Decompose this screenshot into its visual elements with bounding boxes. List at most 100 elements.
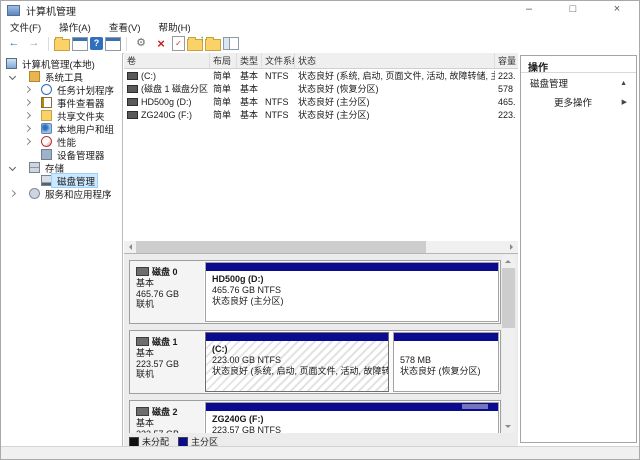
collapse-icon[interactable]: ▲	[620, 80, 627, 87]
app-icon	[7, 5, 20, 16]
export-icon[interactable]	[54, 39, 70, 51]
folder-edit-icon[interactable]	[205, 39, 221, 51]
partition-c[interactable]: (C:) 223.00 GB NTFS 状态良好 (系统, 启动, 页面文件, …	[205, 332, 389, 392]
column-header-volume[interactable]: 卷	[124, 53, 210, 68]
delete-icon[interactable]: ×	[152, 36, 170, 52]
volume-icon	[127, 98, 138, 106]
partition-status: 状态良好 (主分区)	[206, 296, 498, 307]
partition-label: ZG240G (F:)	[206, 411, 498, 425]
column-header-status[interactable]: 状态	[295, 53, 495, 68]
disk-2-header[interactable]: 磁盘 2 基本 223.57 GB	[130, 401, 204, 433]
actions-group-label: 磁盘管理	[530, 76, 568, 90]
tree-item-performance[interactable]: 性能	[1, 135, 122, 148]
actions-group-disk-management[interactable]: 磁盘管理 ▲	[521, 73, 636, 93]
partition-info: 223.00 GB NTFS	[206, 355, 388, 366]
minimize-button[interactable]: –	[507, 1, 551, 19]
volume-type: 基本	[237, 108, 262, 121]
menu-view[interactable]: 查看(V)	[100, 20, 150, 34]
column-header-capacity[interactable]: 容量	[495, 53, 518, 68]
scroll-right-arrow[interactable]	[506, 241, 518, 253]
expand-chevron[interactable]	[23, 138, 30, 145]
disk-size: 465.76 GB	[136, 289, 204, 300]
disk-drive-icon	[136, 267, 149, 276]
tree-item-label: 任务计划程序	[57, 83, 114, 97]
expand-chevron[interactable]	[23, 125, 30, 132]
scroll-down-arrow[interactable]	[502, 421, 514, 433]
expand-chevron[interactable]	[23, 99, 30, 106]
help-icon[interactable]: ?	[90, 37, 103, 50]
volume-row-c[interactable]: (C:) 简单 基本 NTFS 状态良好 (系统, 启动, 页面文件, 活动, …	[124, 69, 518, 82]
panel-icon[interactable]	[223, 37, 239, 50]
maximize-button[interactable]: □	[551, 1, 595, 19]
expand-chevron[interactable]	[8, 190, 15, 197]
users-icon	[41, 123, 52, 134]
folder-up-icon[interactable]: ↑	[187, 39, 203, 51]
volume-row-f[interactable]: ZG240G (F:) 简单 基本 NTFS 状态良好 (主分区) 223.	[124, 108, 518, 121]
volume-row-recovery[interactable]: (磁盘 1 磁盘分区 2) 简单 基本 状态良好 (恢复分区) 578	[124, 82, 518, 95]
vertical-scrollbar[interactable]	[502, 255, 515, 433]
volume-icon	[127, 111, 138, 119]
tree-item-services-applications[interactable]: 服务和应用程序	[1, 187, 122, 200]
volume-type: 基本	[237, 82, 262, 95]
disk-drive-icon	[136, 337, 149, 346]
tree-item-computer-management[interactable]: 计算机管理(本地)	[1, 57, 122, 70]
properties-icon[interactable]: ✓	[172, 36, 185, 51]
volume-row-d[interactable]: HD500g (D:) 简单 基本 NTFS 状态良好 (主分区) 465.	[124, 95, 518, 108]
partition-recovery[interactable]: 578 MB 状态良好 (恢复分区)	[393, 332, 499, 392]
actions-header: 操作	[521, 56, 636, 73]
actions-more-actions[interactable]: 更多操作 ▶	[521, 93, 636, 111]
tree-item-storage[interactable]: 存储	[1, 161, 122, 174]
column-header-type[interactable]: 类型	[237, 53, 262, 68]
partition-info: 578 MB	[394, 355, 498, 366]
scrollbar-thumb[interactable]	[502, 268, 515, 328]
expand-chevron[interactable]	[23, 86, 30, 93]
disk-0-header[interactable]: 磁盘 0 基本 465.76 GB 联机	[130, 261, 204, 323]
icon-glyph: ✓	[175, 40, 182, 48]
actions-pane: 操作 磁盘管理 ▲ 更多操作 ▶	[518, 53, 639, 447]
disk-size: 223.57 GB	[136, 429, 204, 434]
volume-filesystem: NTFS	[262, 71, 295, 81]
volume-filesystem: NTFS	[262, 97, 295, 107]
partition-status: 状态良好 (恢复分区)	[394, 366, 498, 377]
scroll-left-arrow[interactable]	[124, 241, 136, 253]
forward-icon[interactable]: →	[25, 36, 43, 52]
menu-action[interactable]: 操作(A)	[50, 20, 100, 34]
partition-f[interactable]: ZG240G (F:) 223.57 GB NTFS	[205, 402, 499, 433]
tree-item-task-scheduler[interactable]: 任务计划程序	[1, 83, 122, 96]
disk-1-card: 磁盘 1 基本 223.57 GB 联机 (C:) 223.00 GB NTFS…	[129, 330, 501, 394]
tools-icon	[29, 71, 40, 82]
expand-right-icon[interactable]: ▶	[622, 98, 627, 106]
scroll-up-arrow[interactable]	[502, 255, 514, 267]
menu-file[interactable]: 文件(F)	[1, 20, 50, 34]
tool-icon[interactable]: ⚙	[132, 36, 150, 52]
tree-item-event-viewer[interactable]: 事件查看器	[1, 96, 122, 109]
back-icon[interactable]: ←	[5, 36, 23, 52]
tree-item-shared-folders[interactable]: 共享文件夹	[1, 109, 122, 122]
expand-chevron[interactable]	[8, 73, 15, 80]
horizontal-scrollbar[interactable]	[124, 241, 518, 253]
scrollbar-thumb[interactable]	[136, 241, 426, 253]
tree-item-device-manager[interactable]: 设备管理器	[1, 148, 122, 161]
volume-icon	[127, 85, 138, 93]
partition-label	[394, 341, 498, 355]
icon-glyph: ↑	[200, 35, 204, 43]
partition-label: HD500g (D:)	[206, 271, 498, 285]
close-button[interactable]: ×	[595, 1, 639, 19]
tree-item-system-tools[interactable]: 系统工具	[1, 70, 122, 83]
disk-1-header[interactable]: 磁盘 1 基本 223.57 GB 联机	[130, 331, 204, 393]
disk-kind: 基本	[136, 418, 204, 429]
expand-chevron[interactable]	[23, 112, 30, 119]
tree-item-label: 系统工具	[45, 70, 83, 84]
show-window-icon[interactable]	[105, 37, 121, 51]
tree-item-local-users-groups[interactable]: 本地用户和组	[1, 122, 122, 135]
expand-chevron[interactable]	[8, 164, 15, 171]
disk-name: 磁盘 0	[152, 265, 178, 278]
column-header-filesystem[interactable]: 文件系统	[262, 53, 295, 68]
tree-item-disk-management[interactable]: 磁盘管理	[1, 174, 122, 187]
menu-help[interactable]: 帮助(H)	[149, 20, 199, 34]
column-header-layout[interactable]: 布局	[210, 53, 237, 68]
volume-layout: 简单	[210, 108, 237, 121]
volume-type: 基本	[237, 69, 262, 82]
console-window-icon[interactable]	[72, 37, 88, 51]
partition-d[interactable]: HD500g (D:) 465.76 GB NTFS 状态良好 (主分区)	[205, 262, 499, 322]
